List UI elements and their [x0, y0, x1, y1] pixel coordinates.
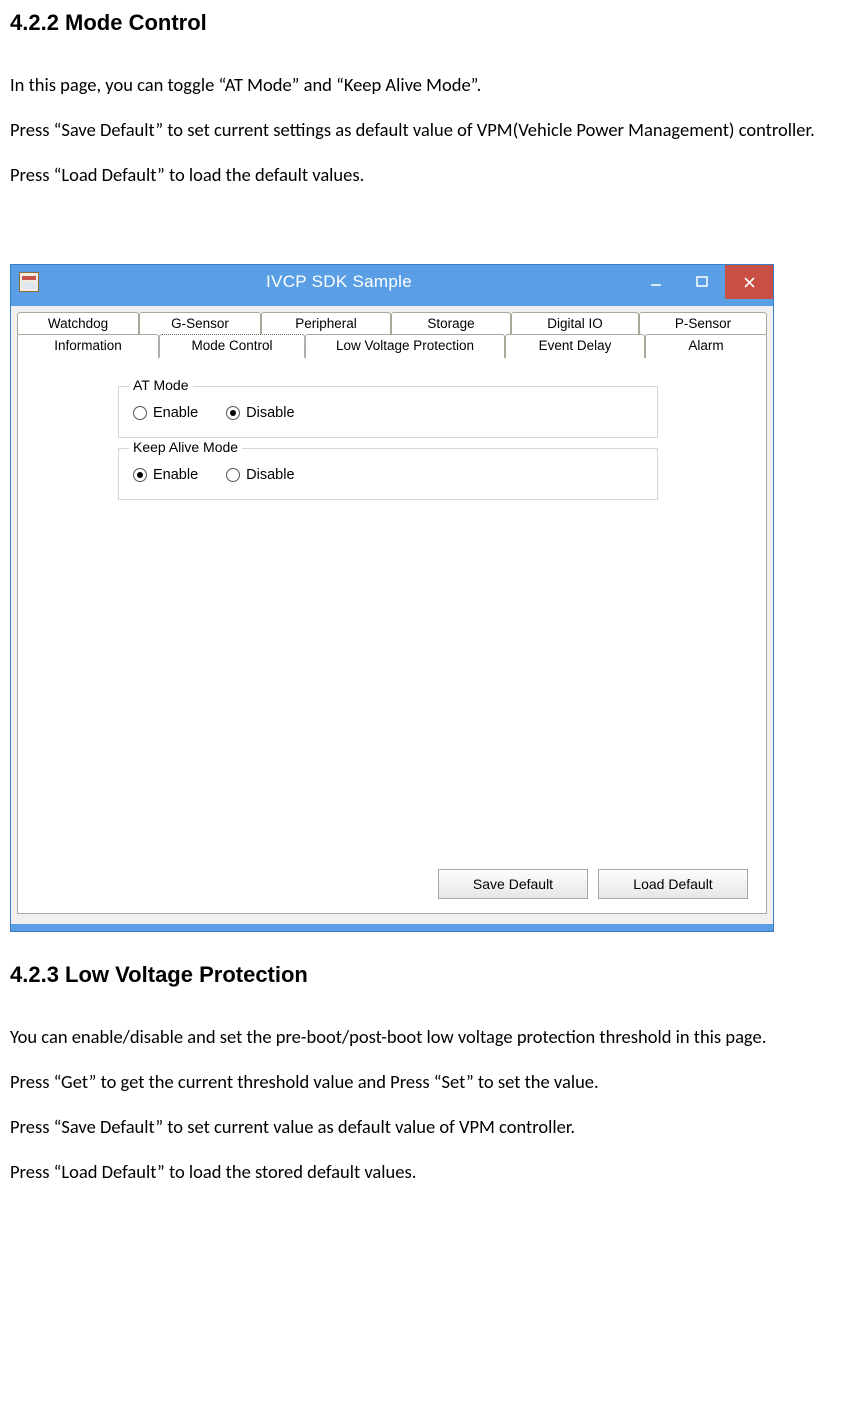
radio-at-enable[interactable]: Enable: [133, 405, 198, 421]
group-legend: AT Mode: [129, 377, 193, 393]
tab-panel-mode-control: AT Mode Enable Disable Keep Alive Mode: [17, 358, 767, 914]
tab-information[interactable]: Information: [17, 334, 159, 358]
radio-ka-disable[interactable]: Disable: [226, 467, 294, 483]
app-window: IVCP SDK Sample Watchdog G-Sensor Per: [10, 264, 836, 932]
radio-icon: [133, 468, 147, 482]
tab-storage[interactable]: Storage: [391, 312, 511, 335]
paragraph: Press “Save Default” to set current sett…: [10, 117, 836, 144]
minimize-icon: [650, 276, 662, 288]
window-title: IVCP SDK Sample: [45, 265, 633, 299]
maximize-icon: [696, 276, 708, 288]
tab-psensor[interactable]: P-Sensor: [639, 312, 767, 335]
tab-event-delay[interactable]: Event Delay: [505, 334, 645, 358]
save-default-button[interactable]: Save Default: [438, 869, 588, 899]
tab-mode-control[interactable]: Mode Control: [159, 334, 305, 358]
radio-icon: [226, 468, 240, 482]
tab-alarm[interactable]: Alarm: [645, 334, 767, 358]
minimize-button[interactable]: [633, 265, 679, 299]
radio-label: Disable: [246, 405, 294, 421]
paragraph: In this page, you can toggle “AT Mode” a…: [10, 72, 836, 99]
radio-ka-enable[interactable]: Enable: [133, 467, 198, 483]
group-keep-alive-mode: Keep Alive Mode Enable Disable: [118, 448, 658, 500]
paragraph: Press “Load Default” to load the stored …: [10, 1159, 836, 1186]
paragraph: Press “Load Default” to load the default…: [10, 162, 836, 189]
window-app-icon: [19, 272, 39, 292]
maximize-button[interactable]: [679, 265, 725, 299]
titlebar[interactable]: IVCP SDK Sample: [11, 265, 773, 299]
group-at-mode: AT Mode Enable Disable: [118, 386, 658, 438]
radio-at-disable[interactable]: Disable: [226, 405, 294, 421]
paragraph: You can enable/disable and set the pre-b…: [10, 1024, 836, 1051]
tab-gsensor[interactable]: G-Sensor: [139, 312, 261, 335]
section-heading-mode-control: 4.2.2 Mode Control: [10, 10, 836, 36]
radio-label: Disable: [246, 467, 294, 483]
section-heading-low-voltage-protection: 4.2.3 Low Voltage Protection: [10, 962, 836, 988]
radio-icon: [226, 406, 240, 420]
group-legend: Keep Alive Mode: [129, 439, 242, 455]
tab-digitalio[interactable]: Digital IO: [511, 312, 639, 335]
tab-watchdog[interactable]: Watchdog: [17, 312, 139, 335]
close-button[interactable]: [725, 265, 773, 299]
paragraph: Press “Save Default” to set current valu…: [10, 1114, 836, 1141]
close-icon: [743, 276, 756, 289]
radio-label: Enable: [153, 467, 198, 483]
paragraph: Press “Get” to get the current threshold…: [10, 1069, 836, 1096]
radio-label: Enable: [153, 405, 198, 421]
tab-low-voltage-protection[interactable]: Low Voltage Protection: [305, 334, 505, 358]
tab-peripheral[interactable]: Peripheral: [261, 312, 391, 335]
load-default-button[interactable]: Load Default: [598, 869, 748, 899]
radio-icon: [133, 406, 147, 420]
